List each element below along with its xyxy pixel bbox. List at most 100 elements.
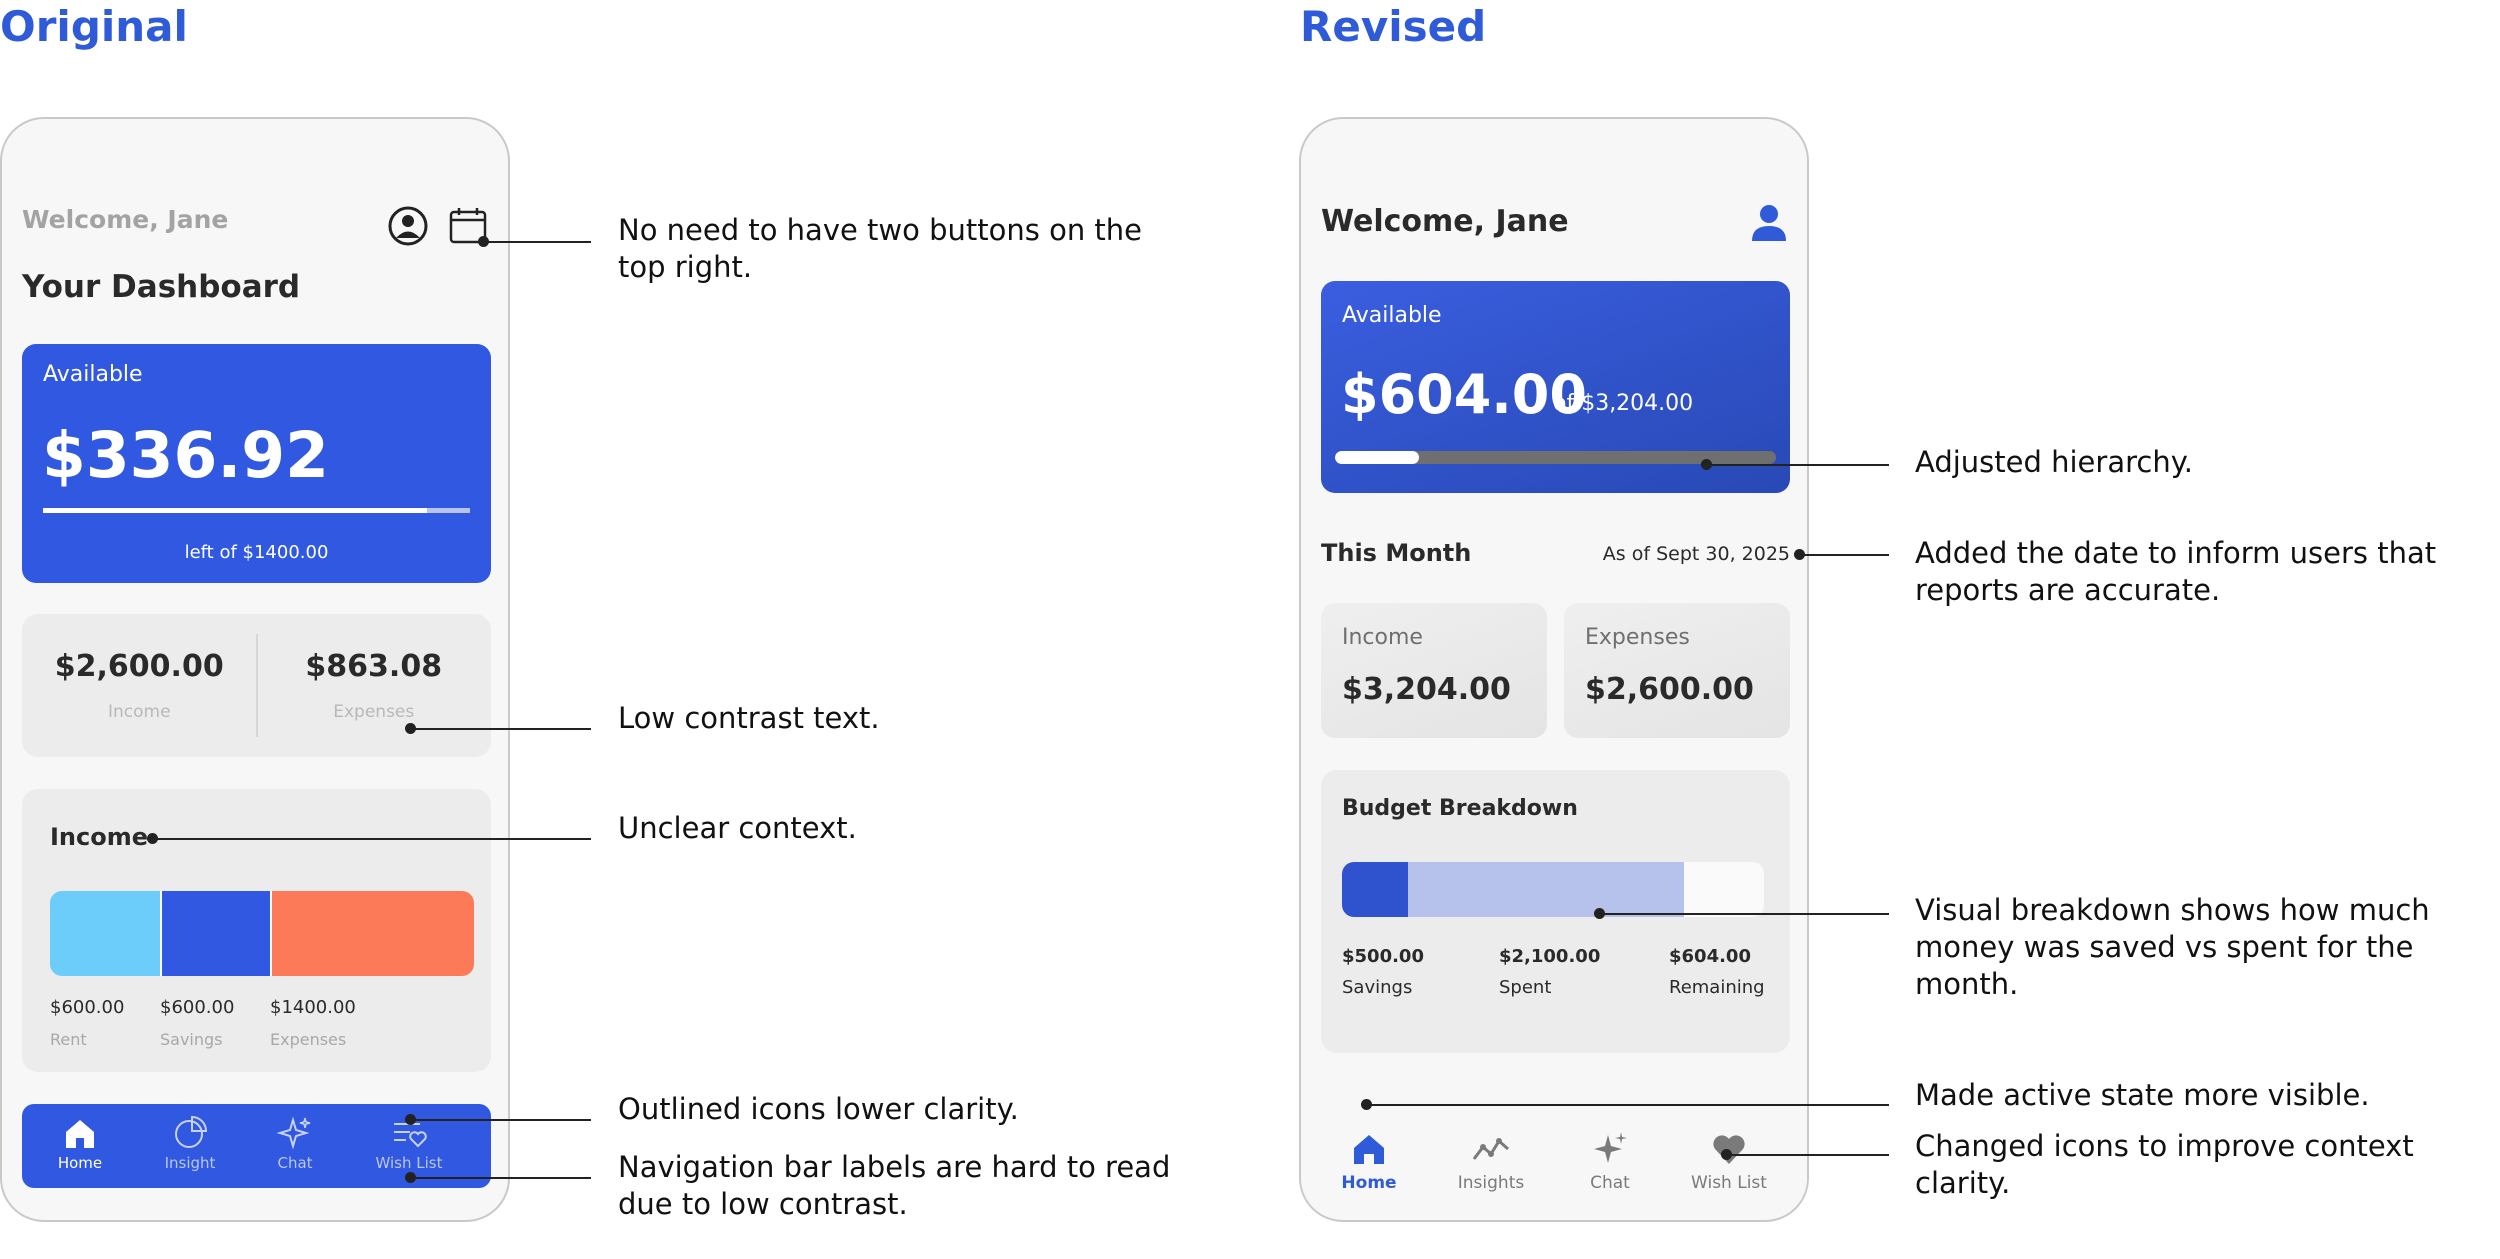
income-bar — [50, 891, 474, 976]
nav-insights[interactable]: Insights — [1446, 1129, 1536, 1193]
bar-segment-remaining — [1684, 862, 1764, 917]
annotation-visual-breakdown: Visual breakdown shows how much money wa… — [1915, 893, 2430, 1001]
budget-breakdown-card: Budget Breakdown $500.00 Savings $2,100.… — [1321, 770, 1790, 1053]
annotation-date-added: Added the date to inform users that repo… — [1915, 536, 2437, 607]
original-phone: Welcome, Jane Your Dashboard Available $… — [0, 117, 510, 1222]
income-breakdown-card: Income $600.00 Rent $600.00 Savings $140… — [22, 789, 491, 1072]
available-label: Available — [43, 362, 143, 387]
legend-rent-value: $600.00 — [50, 997, 125, 1018]
expenses-label: Expenses — [1585, 625, 1690, 650]
annotation-line — [1727, 1154, 1889, 1156]
nav-wishlist-label: Wish List — [375, 1154, 443, 1172]
profile-icon[interactable] — [387, 205, 429, 247]
available-progress-track — [43, 508, 470, 513]
legend-expenses-value: $1400.00 — [270, 997, 356, 1018]
annotation-line — [153, 838, 591, 840]
nav-wishlist-label: Wish List — [1691, 1173, 1767, 1193]
expenses-card: Expenses $2,600.00 — [1564, 603, 1790, 738]
legend-spent-label: Spent — [1499, 977, 1552, 998]
available-progress-fill — [43, 508, 428, 513]
legend-savings-label: Savings — [1342, 977, 1413, 998]
income-label: Income — [1342, 625, 1423, 650]
annotation-nav-labels: Navigation bar labels are hard to read d… — [618, 1150, 1171, 1221]
income-stat: $2,600.00 Income — [22, 614, 257, 757]
income-card-title: Income — [50, 823, 149, 851]
expenses-stat: $863.08 Expenses — [257, 614, 492, 757]
this-month-title: This Month — [1321, 539, 1472, 567]
nav-insight[interactable]: Insight — [155, 1114, 225, 1172]
income-value: $3,204.00 — [1342, 672, 1511, 707]
nav-chat[interactable]: Chat — [260, 1114, 330, 1172]
bar-segment-expenses — [270, 891, 474, 976]
legend-spent-value: $2,100.00 — [1499, 946, 1601, 967]
legend-rent: $600.00 Rent — [50, 997, 124, 1049]
legend-savings: $500.00 Savings — [1342, 946, 1424, 998]
income-label: Income — [107, 702, 171, 722]
annotation-hierarchy: Adjusted hierarchy. — [1915, 445, 2193, 479]
legend-rent-label: Rent — [50, 1030, 87, 1049]
available-progress-fill — [1335, 451, 1419, 464]
budget-title: Budget Breakdown — [1342, 796, 1578, 821]
available-card: Available $336.92 left of $1400.00 — [22, 344, 491, 583]
home-icon — [1354, 1135, 1384, 1164]
annotation-line — [411, 728, 591, 730]
legend-savings-value: $600.00 — [160, 997, 235, 1018]
annotation-line — [411, 1177, 591, 1179]
available-left-text: left of $1400.00 — [184, 542, 329, 563]
annotation-line — [1367, 1104, 1889, 1106]
profile-icon[interactable] — [1747, 201, 1791, 245]
expenses-value: $863.08 — [305, 649, 443, 684]
nav-home[interactable]: Home — [45, 1114, 115, 1172]
legend-savings: $600.00 Savings — [160, 997, 234, 1049]
bar-segment-savings — [1342, 862, 1408, 917]
nav-chat[interactable]: Chat — [1565, 1129, 1655, 1193]
revised-nav-bar: Home Insights Chat Wish List — [1301, 1119, 1807, 1207]
revised-phone: Welcome, Jane Available $604.00 of $3,20… — [1299, 117, 1809, 1222]
original-section-title: Original — [0, 2, 188, 51]
available-amount: $604.00 — [1341, 363, 1587, 426]
legend-expenses: $1400.00 Expenses — [270, 997, 356, 1049]
nav-chat-label: Chat — [277, 1154, 313, 1172]
annotation-outlined-icons: Outlined icons lower clarity. — [618, 1092, 1019, 1126]
annotation-top-buttons: No need to have two buttons on the top r… — [618, 213, 1143, 284]
as-of-date: As of Sept 30, 2025 — [1602, 543, 1790, 565]
nav-home[interactable]: Home — [1324, 1129, 1414, 1193]
dashboard-title: Your Dashboard — [22, 269, 301, 305]
home-icon — [66, 1120, 94, 1148]
stats-card: $2,600.00 Income $863.08 Expenses — [22, 614, 491, 757]
pie-chart-icon — [175, 1115, 208, 1148]
annotation-line — [1707, 464, 1889, 466]
legend-remaining-label: Remaining — [1669, 977, 1765, 998]
annotation-unclear-context: Unclear context. — [618, 811, 857, 845]
bar-segment-savings — [160, 891, 271, 976]
annotation-active-state: Made active state more visible. — [1915, 1078, 2370, 1112]
annotation-icons-changed: Changed icons to improve context clarity… — [1915, 1129, 2414, 1200]
legend-remaining-value: $604.00 — [1669, 946, 1751, 967]
available-label: Available — [1342, 303, 1442, 328]
bar-segment-rent — [50, 891, 161, 976]
legend-expenses-label: Expenses — [270, 1030, 347, 1049]
income-value: $2,600.00 — [54, 649, 224, 684]
annotation-line — [411, 1119, 591, 1121]
nav-chat-label: Chat — [1590, 1173, 1630, 1193]
available-card: Available $604.00 of $3,204.00 — [1321, 281, 1790, 493]
legend-spent: $2,100.00 Spent — [1499, 946, 1600, 998]
annotation-line — [484, 241, 591, 243]
budget-bar — [1342, 862, 1764, 917]
nav-home-label: Home — [1341, 1173, 1397, 1193]
annotation-low-contrast: Low contrast text. — [618, 701, 880, 735]
revised-section-title: Revised — [1300, 2, 1487, 51]
sparkle-icon — [1594, 1132, 1627, 1163]
expenses-label: Expenses — [333, 702, 415, 722]
annotation-line — [1600, 913, 1889, 915]
nav-insight-label: Insight — [164, 1154, 216, 1172]
legend-savings-label: Savings — [160, 1030, 223, 1049]
original-nav-bar: Home Insight Chat Wish List — [22, 1104, 491, 1188]
annotation-line — [1800, 554, 1889, 556]
bar-segment-spent — [1407, 862, 1685, 917]
income-card: Income $3,204.00 — [1321, 603, 1547, 738]
welcome-text: Welcome, Jane — [1321, 204, 1569, 239]
nav-wishlist[interactable]: Wish List — [1684, 1129, 1774, 1193]
expenses-value: $2,600.00 — [1585, 672, 1754, 707]
legend-remaining: $604.00 Remaining — [1669, 946, 1765, 998]
